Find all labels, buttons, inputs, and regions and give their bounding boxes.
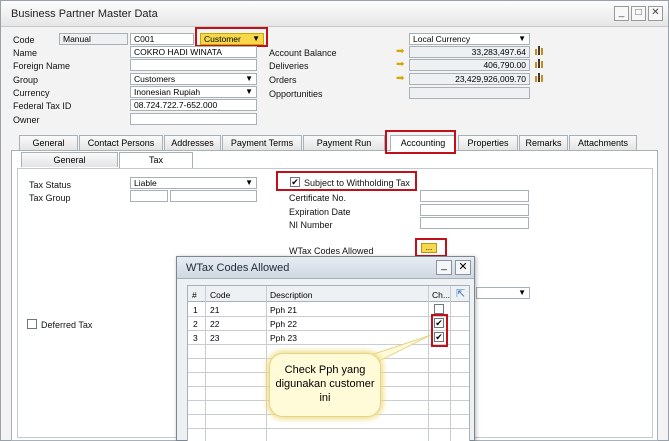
subtab-tax[interactable]: Tax — [119, 152, 193, 168]
wtax-codes-label: WTax Codes Allowed — [289, 246, 374, 256]
link-arrow-icon[interactable]: ➡ — [396, 74, 406, 84]
deferred-tax-label: Deferred Tax — [41, 320, 93, 330]
title-bar: Business Partner Master Data _ □ ✕ — [1, 1, 668, 27]
tax-group-name-input[interactable] — [170, 190, 257, 202]
row-checkbox[interactable] — [434, 304, 444, 314]
deferred-tax-checkbox[interactable] — [27, 319, 37, 329]
accounting-highlight — [385, 130, 456, 154]
dropdown-arrow-icon: ▼ — [252, 34, 260, 43]
withholding-label: Subject to Withholding Tax — [304, 178, 410, 188]
tab-payment-run[interactable]: Payment Run — [303, 135, 385, 150]
dialog-title: WTax Codes Allowed — [186, 262, 290, 274]
tab-addresses[interactable]: Addresses — [164, 135, 221, 150]
name-label: Name — [13, 48, 38, 58]
row-description: Pph 23 — [270, 333, 297, 343]
tab-payment-terms[interactable]: Payment Terms — [222, 135, 302, 150]
ni-number-label: NI Number — [289, 220, 333, 230]
deliveries-value: 406,790.00 — [409, 59, 530, 71]
bar-chart-icon[interactable] — [535, 45, 544, 55]
currency-value: Inonesian Rupiah — [134, 87, 201, 97]
code-label: Code — [13, 35, 35, 45]
tax-status-select[interactable]: Liable ▼ — [130, 177, 257, 189]
bar-chart-icon[interactable] — [535, 72, 544, 82]
withholding-checkbox[interactable]: ✔ — [290, 177, 300, 187]
account-balance-label: Account Balance — [269, 48, 337, 58]
group-select[interactable]: Customers ▼ — [130, 73, 257, 85]
currency-label: Currency — [13, 88, 50, 98]
row-number: 2 — [193, 319, 198, 329]
group-value: Customers — [134, 74, 176, 84]
dropdown-arrow-icon: ▼ — [518, 34, 526, 43]
row-description: Pph 21 — [270, 305, 297, 315]
account-balance-value: 33,283,497.64 — [409, 46, 530, 58]
maximize-icon[interactable]: □ — [631, 6, 646, 21]
deliveries-label: Deliveries — [269, 61, 309, 71]
dropdown-arrow-icon: ▼ — [245, 74, 253, 83]
tab-contact-persons[interactable]: Contact Persons — [79, 135, 163, 150]
currency-select[interactable]: Inonesian Rupiah ▼ — [130, 86, 257, 98]
code-input[interactable]: C001 — [130, 33, 194, 45]
federal-tax-label: Federal Tax ID — [13, 101, 72, 111]
orders-label: Orders — [269, 75, 297, 85]
hidden-select[interactable]: ▼ — [476, 287, 530, 299]
bp-type-select[interactable]: Customer ▼ — [200, 33, 264, 45]
tax-status-label: Tax Status — [29, 180, 72, 190]
row-code: 22 — [210, 319, 220, 329]
minimize-icon[interactable]: _ — [436, 260, 452, 275]
link-arrow-icon[interactable]: ➡ — [396, 60, 406, 70]
col-description-header: Description — [270, 290, 313, 300]
tax-group-label: Tax Group — [29, 193, 71, 203]
row-code: 23 — [210, 333, 220, 343]
owner-input[interactable] — [130, 113, 257, 125]
dropdown-arrow-icon: ▼ — [245, 178, 253, 187]
minimize-icon[interactable]: _ — [614, 6, 629, 21]
dropdown-arrow-icon: ▼ — [518, 288, 526, 297]
close-icon[interactable]: ✕ — [455, 260, 471, 275]
local-currency-select[interactable]: Local Currency ▼ — [409, 33, 530, 45]
tax-status-value: Liable — [134, 178, 157, 188]
col-code-header: Code — [210, 290, 231, 300]
certificate-label: Certificate No. — [289, 193, 347, 203]
dropdown-arrow-icon: ▼ — [245, 87, 253, 96]
row-number: 3 — [193, 333, 198, 343]
expiration-label: Expiration Date — [289, 207, 351, 217]
bar-chart-icon[interactable] — [535, 58, 544, 68]
certificate-input[interactable] — [420, 190, 529, 202]
window-title: Business Partner Master Data — [11, 8, 158, 20]
tab-general[interactable]: General — [19, 135, 78, 150]
tab-properties[interactable]: Properties — [458, 135, 518, 150]
close-icon[interactable]: ✕ — [648, 6, 663, 21]
opportunities-label: Opportunities — [269, 89, 323, 99]
col-number-header: # — [192, 290, 197, 300]
row-description: Pph 22 — [270, 319, 297, 329]
name-input[interactable]: COKRO HADI WINATA — [130, 46, 257, 58]
tax-group-code-input[interactable] — [130, 190, 168, 202]
tab-attachments[interactable]: Attachments — [569, 135, 637, 150]
foreign-name-input[interactable] — [130, 59, 257, 71]
wtax-codes-button[interactable]: ... — [421, 243, 437, 253]
col-check-header: Ch... — [432, 290, 450, 300]
foreign-name-label: Foreign Name — [13, 61, 71, 71]
row-number: 1 — [193, 305, 198, 315]
tab-remarks[interactable]: Remarks — [519, 135, 568, 150]
orders-value: 23,429,926,009.70 — [409, 73, 530, 85]
expand-icon[interactable]: ⇱ — [456, 287, 465, 300]
expiration-input[interactable] — [420, 204, 529, 216]
federal-tax-input[interactable]: 08.724.722.7-652.000 — [130, 99, 257, 111]
group-label: Group — [13, 75, 39, 85]
link-arrow-icon[interactable]: ➡ — [396, 47, 406, 57]
owner-label: Owner — [13, 115, 40, 125]
row-code: 21 — [210, 305, 220, 315]
local-currency-value: Local Currency — [413, 34, 471, 44]
subtab-general[interactable]: General — [21, 152, 118, 167]
code-series-select[interactable]: Manual — [59, 33, 128, 45]
opportunities-value — [409, 87, 530, 99]
ni-number-input[interactable] — [420, 217, 529, 229]
dialog-title-bar: WTax Codes Allowed _ ✕ — [177, 257, 474, 279]
bp-type-value: Customer — [204, 34, 241, 44]
callout-note: Check Pph yang digunakan customer ini — [269, 353, 381, 417]
